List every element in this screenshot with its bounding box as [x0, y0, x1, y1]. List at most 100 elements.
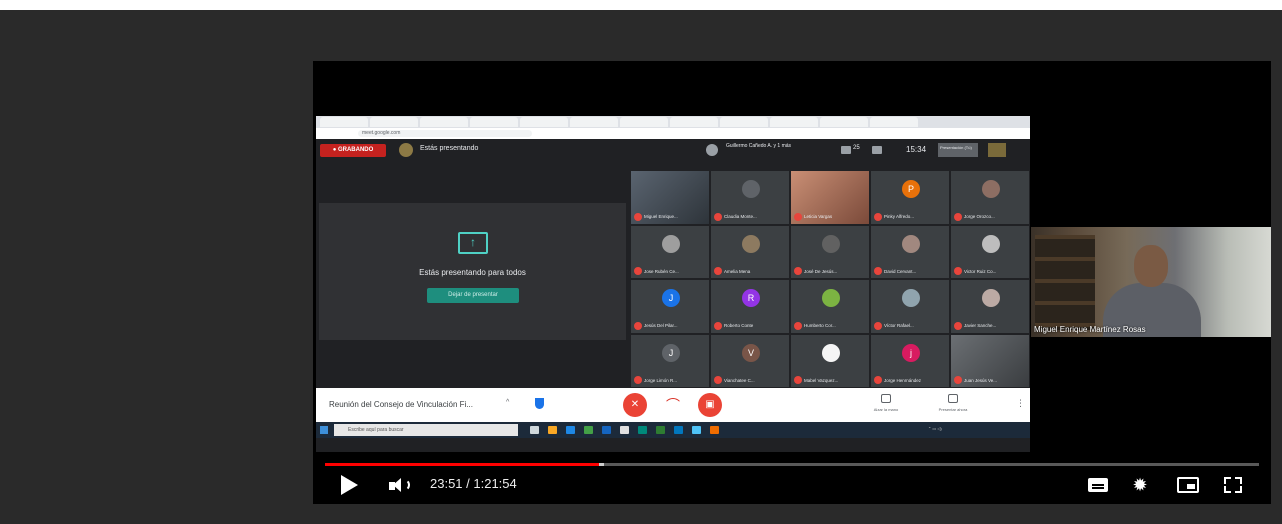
participant-name: José De Jesús... [804, 268, 838, 274]
video-player[interactable]: meet.google.com ● GRABANDO Estás present… [313, 61, 1271, 504]
participant-label: Jorge Henrnández [874, 376, 921, 384]
participant-tile: David Cervant... [870, 224, 950, 279]
fullscreen-icon[interactable] [1224, 477, 1242, 493]
presenting-message: Estás presentando para todos [419, 268, 526, 277]
taskbar-search: Escribe aquí para buscar [334, 424, 518, 436]
presentation-chip: Presentación (Tú) [938, 143, 978, 157]
participant-name: Claudia Monte... [724, 214, 757, 219]
participant-name: Jesús Del Pilar... [644, 323, 678, 328]
app-icon [674, 426, 683, 434]
browser-address-row: meet.google.com [316, 128, 1030, 139]
browser-tab-strip [316, 116, 1030, 128]
meeting-name: Reunión del Consejo de Vinculación Fi... [329, 400, 473, 409]
participant-grid: Miguel Enrique... Claudia Monte... Leticia… [630, 170, 1030, 388]
mic-muted-icon [714, 376, 722, 384]
mic-muted-icon [954, 321, 962, 330]
participant-avatar: J [662, 289, 680, 307]
participants-count: 25 [853, 145, 860, 151]
participant-name: Amelia Mena [724, 268, 751, 274]
participant-avatar: P [902, 180, 920, 198]
participant-label: Javier Sanche... [954, 321, 997, 330]
participant-tile: Mabel Vazquez... [790, 333, 870, 388]
present-icon [948, 394, 958, 403]
participant-label: Pinky Alfredo... [874, 212, 914, 221]
browser-tab [870, 117, 918, 127]
mic-muted-icon [714, 212, 722, 221]
progress-bar[interactable] [325, 463, 1259, 466]
participant-label: Jorge Limón R... [634, 376, 677, 384]
participant-tile: P Pinky Alfredo... [870, 170, 950, 225]
mic-muted-icon [874, 321, 882, 330]
screen-share-icon: ↑ [458, 232, 488, 254]
windows-taskbar: Escribe aquí para buscar ⌃ ▭ ◁) [316, 422, 1030, 438]
hand-icon [881, 394, 891, 403]
meet-top-bar: ● GRABANDO Estás presentando Guillermo C… [316, 139, 1030, 161]
mic-off-icon: ✕ [623, 393, 647, 417]
mic-muted-icon [874, 267, 882, 275]
participant-tile: V Vianchatee C... [710, 333, 790, 388]
mic-muted-icon [954, 267, 962, 275]
participant-label: Amelia Mena [714, 267, 750, 275]
play-icon[interactable] [341, 475, 358, 495]
presentation-panel: ↑ Estás presentando para todos Dejar de … [319, 203, 626, 340]
browser-tab [770, 117, 818, 127]
app-icon [656, 426, 665, 434]
participant-name: Jorge Limón R... [644, 377, 678, 383]
participant-label: David Cervant... [874, 267, 916, 275]
participant-avatar [662, 234, 680, 253]
volume-icon[interactable] [389, 476, 410, 494]
mic-muted-icon [634, 212, 642, 221]
participant-name: Miguel Enrique... [644, 214, 678, 219]
browser-tab [470, 117, 518, 127]
presenter-head [1134, 245, 1168, 287]
settings-gear-icon[interactable]: ✹ [1131, 476, 1149, 494]
presenter-camera: Miguel Enrique Martínez Rosas [1031, 227, 1271, 337]
participant-label: José De Jesús... [794, 267, 837, 275]
browser-tab [320, 117, 368, 127]
participant-tile: José De Jesús... [790, 224, 870, 279]
page-top-strip [0, 0, 1282, 10]
self-view-thumbnail [988, 143, 1006, 157]
app-icon [692, 426, 701, 434]
windows-logo-icon [320, 426, 328, 434]
participant-avatar [742, 234, 760, 253]
presenter-name: Miguel Enrique Martínez Rosas [1034, 325, 1146, 334]
mic-muted-icon [794, 212, 802, 221]
bookshelf [1035, 235, 1095, 330]
participant-label: Miguel Enrique... [634, 212, 678, 221]
explorer-icon [548, 426, 557, 434]
mic-muted-icon [954, 212, 962, 221]
mic-muted-icon [714, 321, 722, 330]
mic-muted-icon [634, 376, 642, 384]
present-now-label: Presentar ahora [938, 407, 968, 412]
participant-name: Juan Jesús Ve... [964, 377, 998, 383]
participant-name: Roberto Conte [724, 323, 754, 328]
subtitles-icon[interactable] [1088, 478, 1108, 492]
miniplayer-icon[interactable] [1177, 477, 1199, 493]
task-view-icon [530, 426, 539, 434]
participant-tile: j Jorge Henrnández [870, 333, 950, 388]
participant-name: Leticia Vargas [804, 214, 833, 219]
participant-name: Javier Sanche... [964, 323, 997, 328]
participant-label: Jose Rubén Ce... [634, 267, 679, 275]
participant-label: Roberto Conte [714, 321, 754, 330]
presenting-status: Estás presentando [420, 145, 479, 152]
video-frame: meet.google.com ● GRABANDO Estás present… [316, 116, 1030, 452]
participant-label: Mabel Vazquez... [794, 376, 838, 384]
browser-tab [620, 117, 668, 127]
participant-tile: Víctor Rafael... [870, 279, 950, 334]
participant-label: Jorge Orozco... [954, 212, 995, 221]
participant-avatar: R [742, 289, 760, 307]
participant-name: Victor Ruiz Co... [964, 268, 997, 274]
present-now-control: Presentar ahora [928, 394, 978, 412]
participant-avatar [822, 343, 840, 362]
participant-name: Vianchatee C... [724, 377, 755, 383]
recording-badge: ● GRABANDO [320, 144, 386, 157]
mic-muted-icon [874, 376, 882, 384]
participant-tile: Humberto Cor... [790, 279, 870, 334]
chrome-icon [710, 426, 719, 434]
camera-off-icon: ▣ [698, 393, 722, 417]
browser-tab [570, 117, 618, 127]
participant-tile: J Jorge Limón R... [630, 333, 710, 388]
participant-avatar [902, 234, 920, 253]
